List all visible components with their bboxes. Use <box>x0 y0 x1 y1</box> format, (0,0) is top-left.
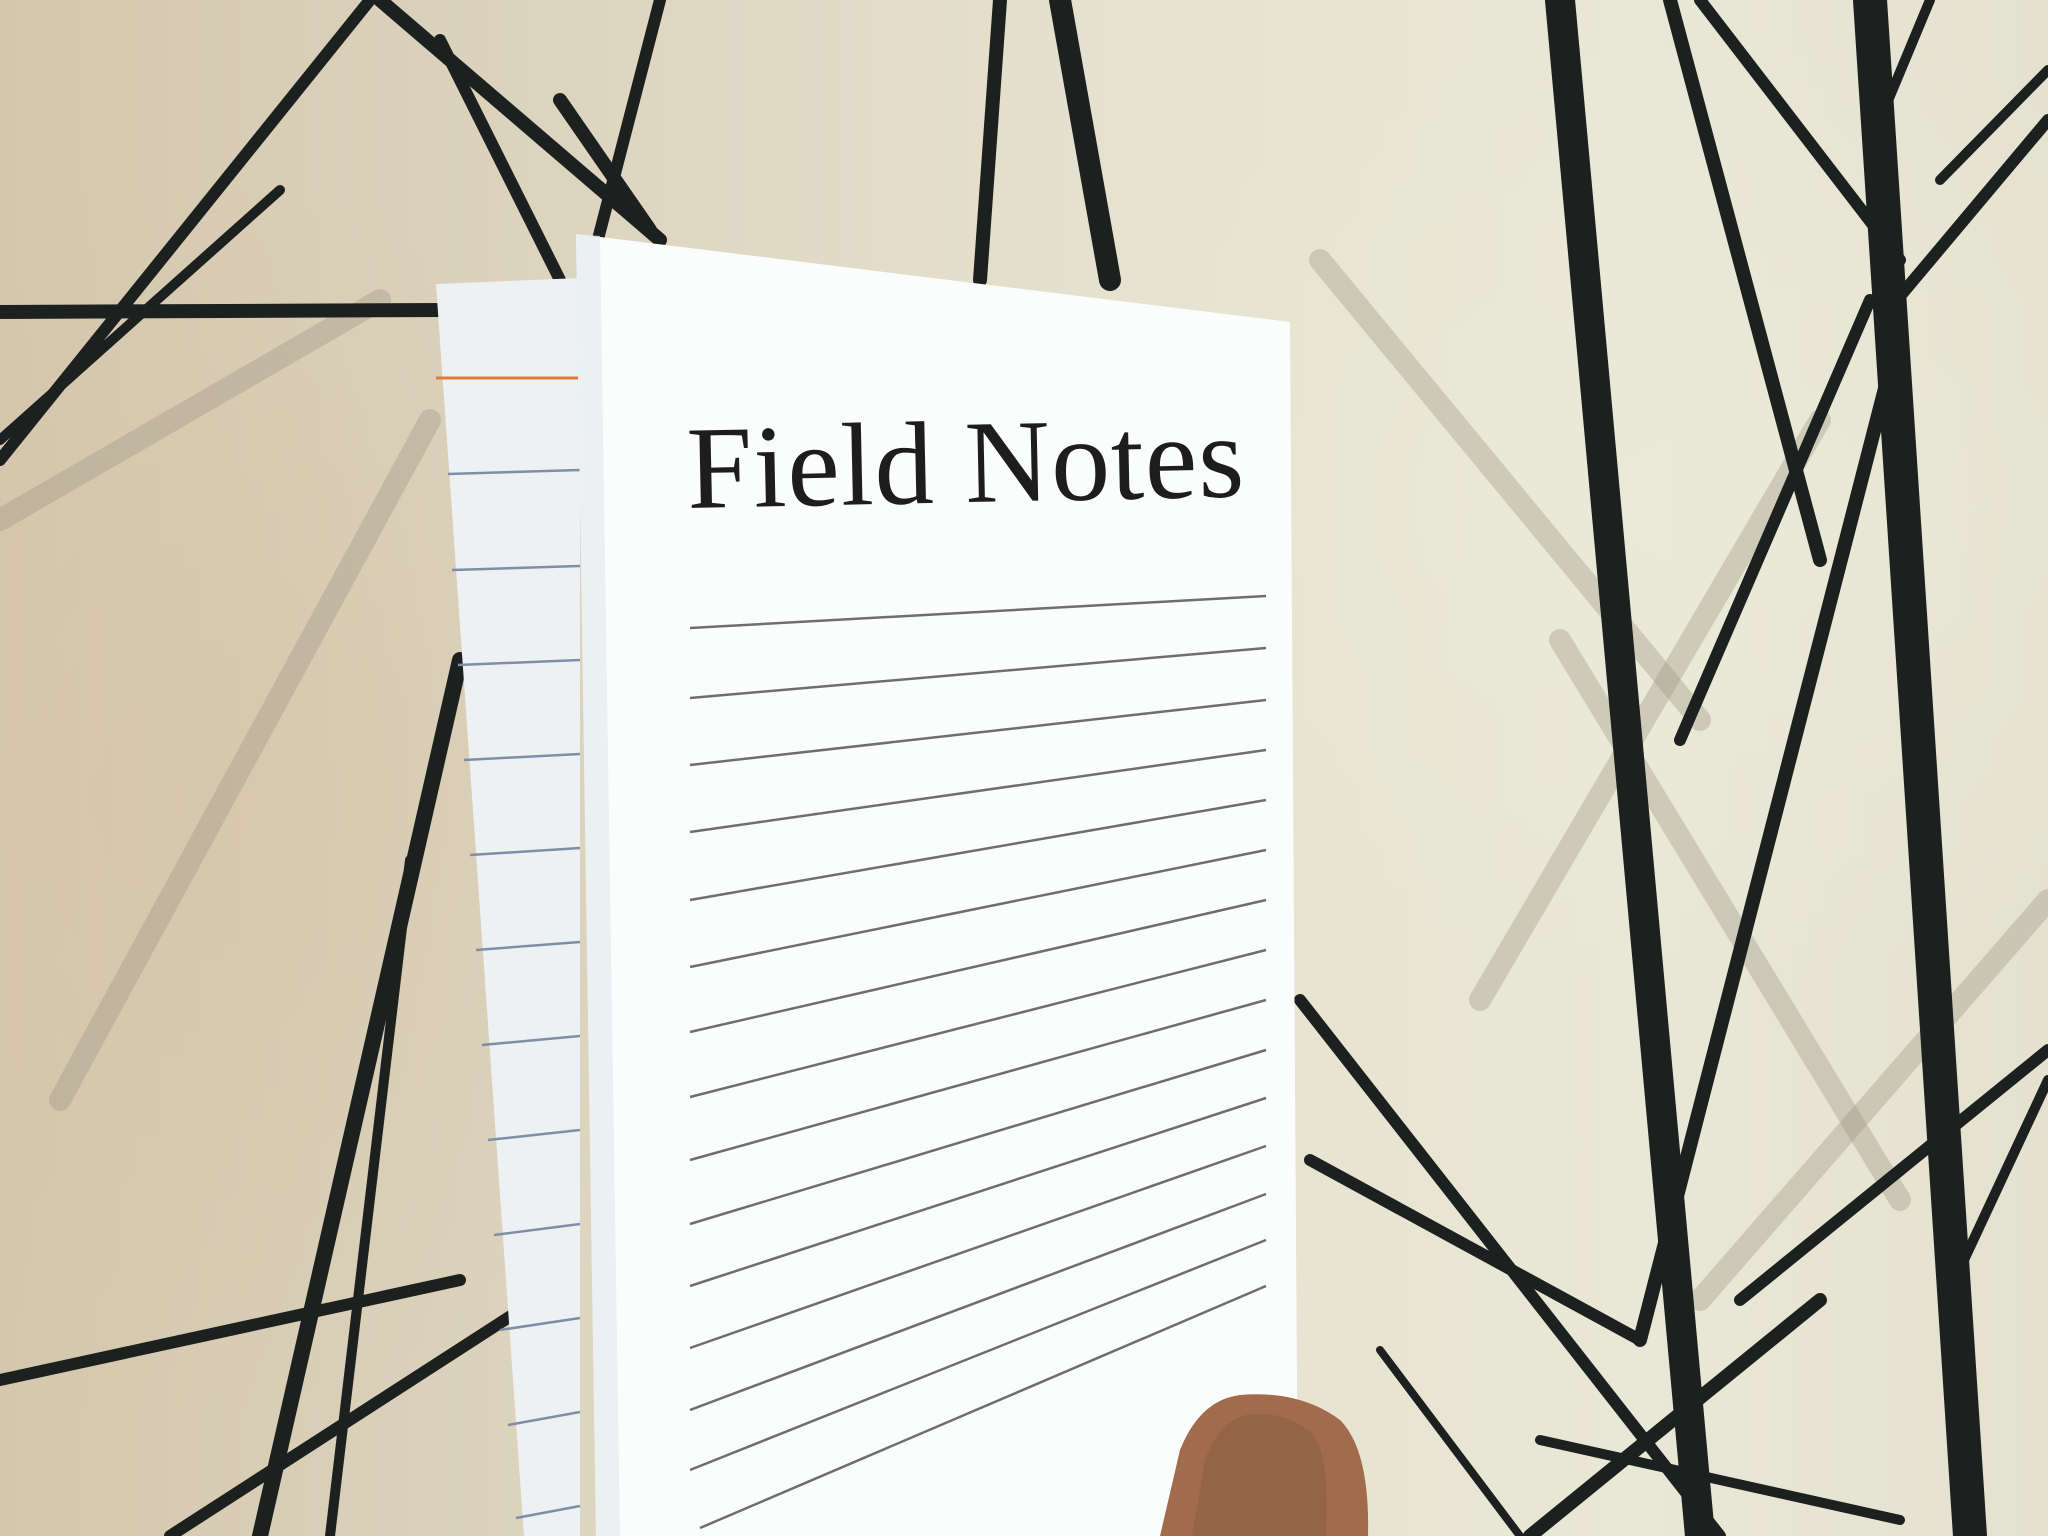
thumb <box>1160 1394 1369 1536</box>
photo-scene: Field Notes <box>0 0 2048 1536</box>
